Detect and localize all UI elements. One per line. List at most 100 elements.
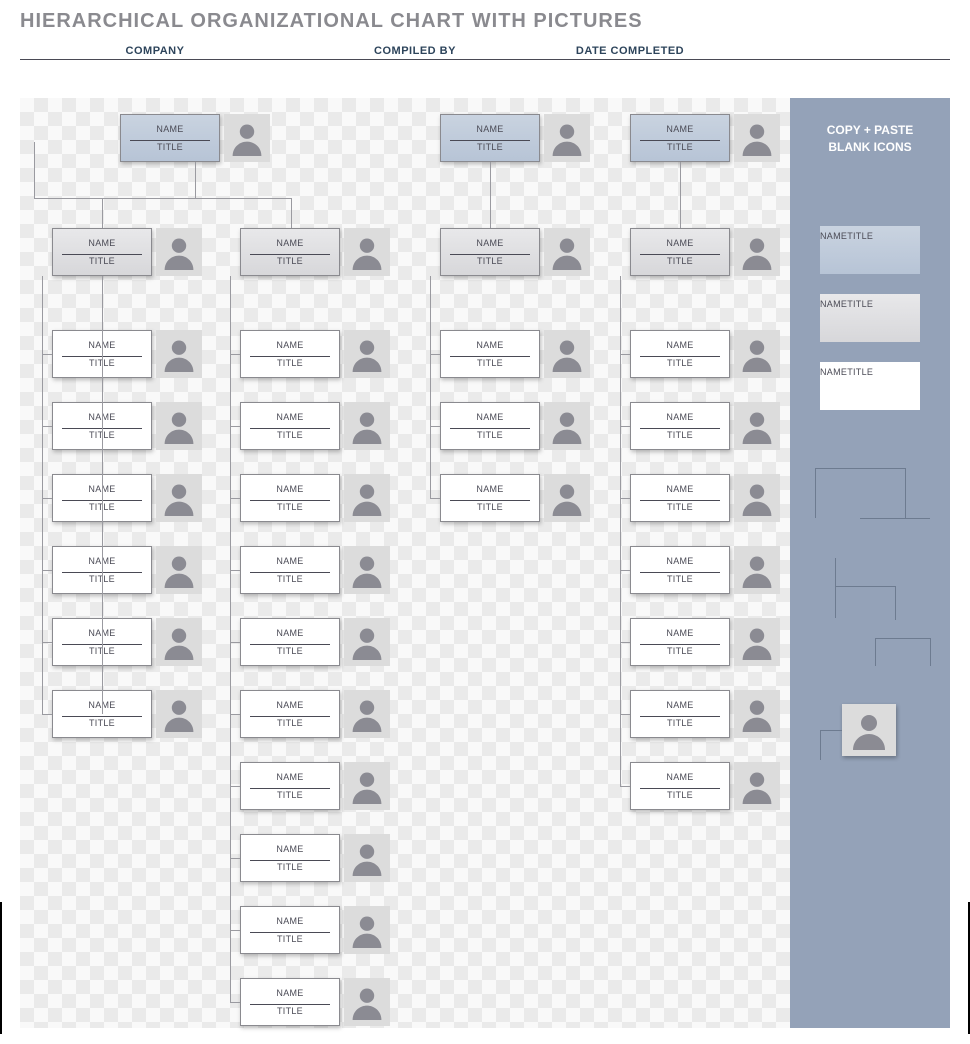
org-node-r1a3[interactable]: NAMETITLE [52, 474, 200, 524]
blank-avatar-icon[interactable] [842, 704, 896, 756]
avatar-icon [156, 546, 202, 594]
org-node-r3a[interactable]: NAMETITLE [630, 228, 778, 278]
avatar-icon [544, 402, 590, 450]
org-node-r1b[interactable]: NAMETITLE [240, 228, 388, 278]
connector [230, 858, 240, 859]
connector [195, 162, 196, 198]
org-node-r1b5[interactable]: NAMETITLE [240, 618, 388, 668]
org-node-r1a[interactable]: NAMETITLE [52, 228, 200, 278]
org-node-r3a6[interactable]: NAMETITLE [630, 690, 778, 740]
connector [620, 642, 630, 643]
avatar-icon [344, 474, 390, 522]
connector [620, 498, 630, 499]
org-node-r1b4[interactable]: NAMETITLE [240, 546, 388, 596]
blank-connector[interactable] [895, 586, 896, 620]
org-node-r3a1[interactable]: NAMETITLE [630, 330, 778, 380]
connector [34, 198, 292, 199]
org-node-root-3[interactable]: NAMETITLE [630, 114, 778, 164]
avatar-icon [344, 402, 390, 450]
avatar-icon [344, 330, 390, 378]
connector [230, 930, 240, 931]
connector [34, 142, 35, 198]
org-node-r1a1[interactable]: NAMETITLE [52, 330, 200, 380]
blank-connector[interactable] [835, 586, 895, 587]
crop-tick [0, 902, 2, 1034]
avatar-icon [344, 546, 390, 594]
blank-connector[interactable] [875, 638, 876, 666]
blank-connector[interactable] [815, 468, 905, 469]
connector [230, 426, 240, 427]
org-node-r1b3[interactable]: NAMETITLE [240, 474, 388, 524]
avatar-icon [544, 474, 590, 522]
connector [230, 276, 231, 1002]
avatar-icon [344, 618, 390, 666]
connector [680, 162, 681, 228]
org-node-r1b10[interactable]: NAMETITLE [240, 978, 388, 1028]
connector [42, 714, 52, 715]
org-node-r1b1[interactable]: NAMETITLE [240, 330, 388, 380]
org-node-root-2[interactable]: NAMETITLE [440, 114, 588, 164]
blank-connector[interactable] [930, 638, 931, 666]
blank-node-grey[interactable]: NAMETITLE [820, 294, 920, 342]
org-node-root-1[interactable]: NAMETITLE [120, 114, 268, 164]
org-node-r2a[interactable]: NAMETITLE [440, 228, 588, 278]
blank-connector[interactable] [835, 558, 836, 618]
blank-node-white[interactable]: NAMETITLE [820, 362, 920, 410]
org-node-r1b9[interactable]: NAMETITLE [240, 906, 388, 956]
avatar-icon [156, 690, 202, 738]
avatar-icon [156, 228, 202, 276]
connector [620, 276, 621, 786]
connector [42, 498, 52, 499]
header-date-completed[interactable]: DATE COMPLETED [540, 45, 720, 57]
org-node-r3a5[interactable]: NAMETITLE [630, 618, 778, 668]
connector [620, 714, 630, 715]
org-node-r1b6[interactable]: NAMETITLE [240, 690, 388, 740]
org-node-r1b2[interactable]: NAMETITLE [240, 402, 388, 452]
avatar-icon [734, 402, 780, 450]
blank-connector[interactable] [820, 730, 842, 731]
org-node-r1b7[interactable]: NAMETITLE [240, 762, 388, 812]
org-node-r3a7[interactable]: NAMETITLE [630, 762, 778, 812]
connector [102, 198, 103, 228]
side-panel-title: COPY + PASTE BLANK ICONS [790, 98, 950, 156]
blank-connector[interactable] [875, 638, 930, 639]
blank-connector[interactable] [905, 468, 906, 518]
org-node-r3a2[interactable]: NAMETITLE [630, 402, 778, 452]
org-node-r2a1[interactable]: NAMETITLE [440, 330, 588, 380]
header-company[interactable]: COMPANY [20, 45, 290, 57]
header-compiled-by[interactable]: COMPILED BY [290, 45, 540, 57]
connector [490, 162, 491, 228]
blank-connector[interactable] [860, 518, 930, 519]
avatar-icon [344, 834, 390, 882]
header-row: COMPANY COMPILED BY DATE COMPLETED [20, 45, 950, 60]
org-node-r2a2[interactable]: NAMETITLE [440, 402, 588, 452]
avatar-icon [734, 228, 780, 276]
blank-connector[interactable] [815, 468, 816, 518]
connector [620, 786, 630, 787]
org-node-r1a5[interactable]: NAMETITLE [52, 618, 200, 668]
org-node-r1a6[interactable]: NAMETITLE [52, 690, 200, 740]
org-node-r1b8[interactable]: NAMETITLE [240, 834, 388, 884]
org-node-r3a4[interactable]: NAMETITLE [630, 546, 778, 596]
chart-canvas: COPY + PASTE BLANK ICONS NAMETITLE NAMET… [20, 98, 950, 1028]
connector [230, 714, 240, 715]
connector [230, 642, 240, 643]
connector [430, 426, 440, 427]
connector [620, 354, 630, 355]
org-node-r1a2[interactable]: NAMETITLE [52, 402, 200, 452]
avatar-icon [156, 402, 202, 450]
blank-node-blue[interactable]: NAMETITLE [820, 226, 920, 274]
connector [102, 276, 103, 714]
avatar-icon [734, 690, 780, 738]
connector [620, 426, 630, 427]
avatar-icon [544, 330, 590, 378]
connector [42, 570, 52, 571]
org-node-r3a3[interactable]: NAMETITLE [630, 474, 778, 524]
connector [42, 276, 43, 714]
avatar-icon [156, 618, 202, 666]
connector [430, 354, 440, 355]
connector [230, 1002, 240, 1003]
org-node-r2a3[interactable]: NAMETITLE [440, 474, 588, 524]
org-node-r1a4[interactable]: NAMETITLE [52, 546, 200, 596]
blank-connector[interactable] [820, 730, 821, 760]
